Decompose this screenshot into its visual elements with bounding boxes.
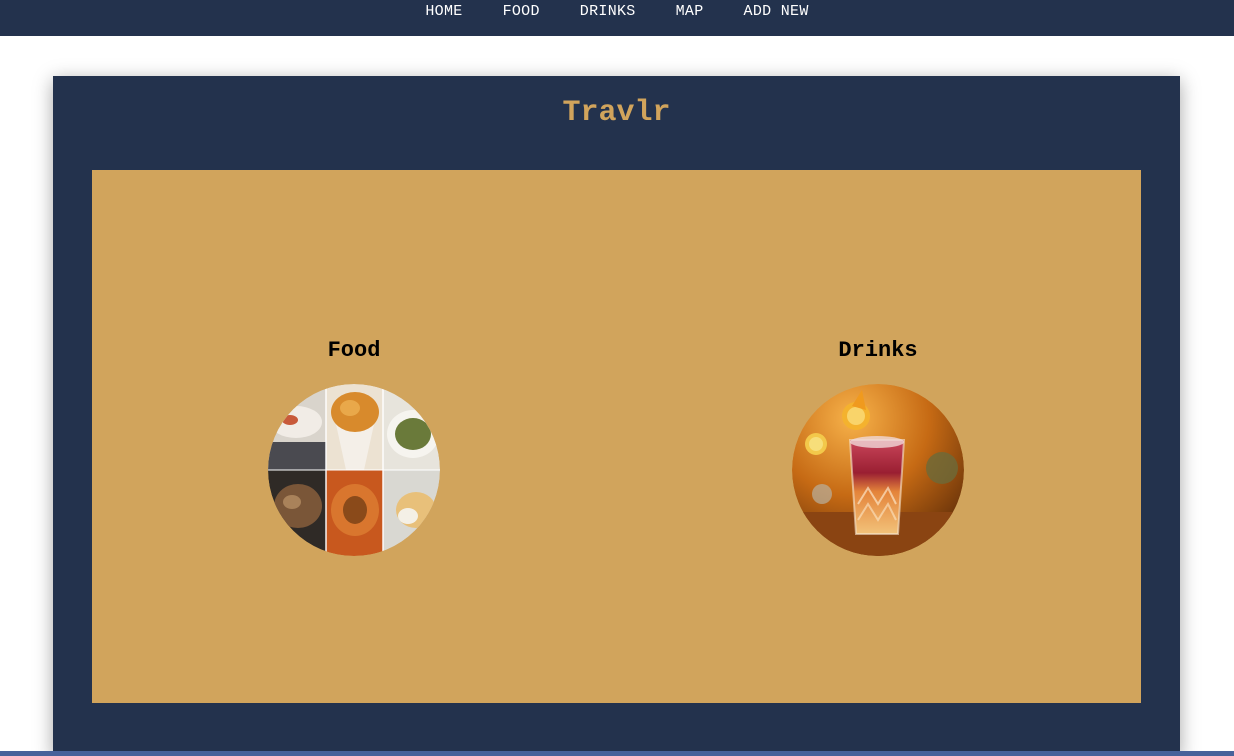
food-category-title: Food bbox=[327, 338, 381, 363]
nav-drinks-link[interactable]: DRINKS bbox=[580, 0, 636, 24]
cocktail-glass-image[interactable] bbox=[792, 384, 964, 556]
top-navigation: HOME FOOD DRINKS MAP ADD NEW bbox=[0, 0, 1234, 36]
food-collage-image[interactable] bbox=[268, 384, 440, 556]
bottom-strip bbox=[0, 751, 1234, 756]
nav-add-new-link[interactable]: ADD NEW bbox=[744, 0, 809, 24]
category-panel: Food Drinks bbox=[92, 170, 1141, 703]
drinks-category-title: Drinks bbox=[838, 338, 918, 363]
main-card: Travlr Food Drinks bbox=[53, 76, 1180, 756]
food-category-card[interactable]: Food bbox=[254, 338, 454, 556]
nav-home-link[interactable]: HOME bbox=[425, 0, 462, 24]
drinks-category-card[interactable]: Drinks bbox=[778, 338, 978, 556]
nav-food-link[interactable]: FOOD bbox=[503, 0, 540, 24]
site-title: Travlr bbox=[562, 96, 671, 130]
nav-map-link[interactable]: MAP bbox=[676, 0, 704, 24]
